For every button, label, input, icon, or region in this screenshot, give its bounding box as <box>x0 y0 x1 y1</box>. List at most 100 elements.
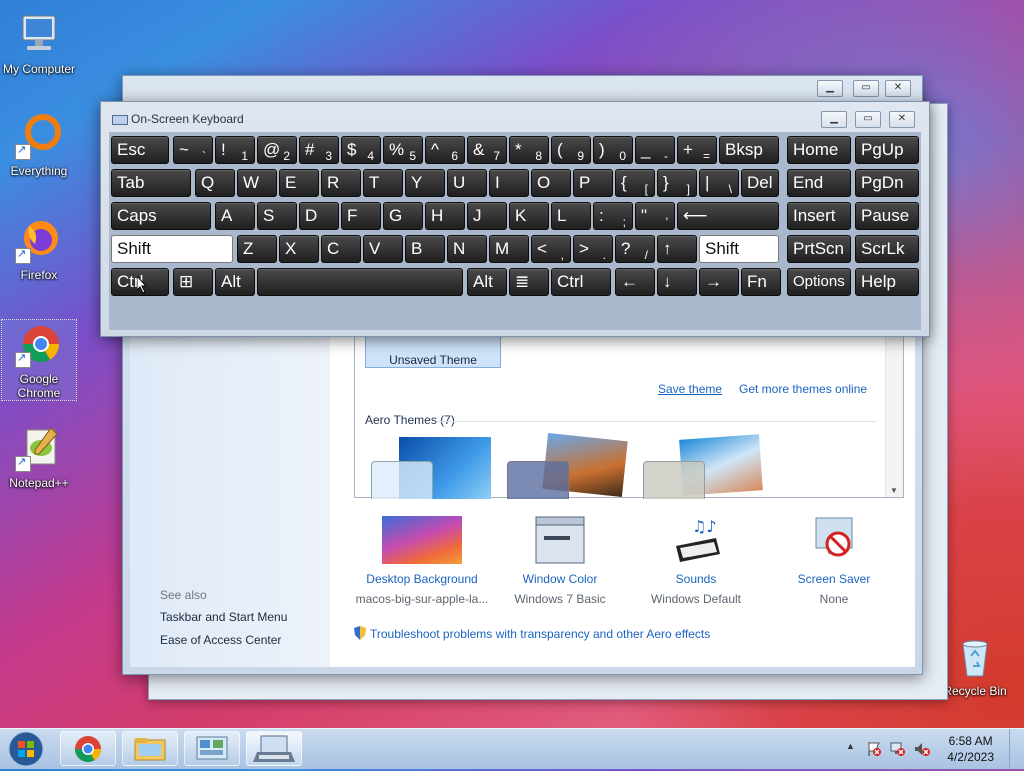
sounds-item[interactable]: ♫♪ Sounds Windows Default <box>626 516 766 606</box>
key-symbol[interactable]: :; <box>593 202 633 230</box>
osk-close-button[interactable]: ✕ <box>889 111 915 128</box>
key-p[interactable]: P <box>573 169 613 197</box>
key-u[interactable]: U <box>447 169 487 197</box>
key-n[interactable]: N <box>447 235 487 263</box>
desktop-background-item[interactable]: Desktop Background macos-big-sur-apple-l… <box>352 516 492 606</box>
key-del[interactable]: Del <box>741 169 779 197</box>
clock[interactable]: 6:58 AM 4/2/2023 <box>947 733 994 765</box>
key-symbol[interactable]: + = <box>677 136 717 164</box>
key-ctrl[interactable]: Ctrl <box>551 268 611 296</box>
key-w[interactable]: W <box>237 169 277 197</box>
aero-theme-architecture[interactable] <box>505 433 629 499</box>
key-symbol[interactable]: }] <box>657 169 697 197</box>
taskbar-start-menu-link[interactable]: Taskbar and Start Menu <box>160 610 287 624</box>
key-alt[interactable]: Alt <box>467 268 507 296</box>
on-screen-keyboard-window[interactable]: On-Screen Keyboard ▁ ▭ ✕ Esc ~ `! 1 @2 #3 $4% 5… <box>100 101 930 337</box>
osk-maximize-button[interactable]: ▭ <box>855 111 881 128</box>
scroll-down-icon[interactable]: ▼ <box>890 486 898 495</box>
key-symbol[interactable]: >. <box>573 235 613 263</box>
key-8[interactable]: * 8 <box>509 136 549 164</box>
key-caps[interactable]: Caps <box>111 202 211 230</box>
aero-theme-windows7[interactable] <box>369 433 493 499</box>
desktop-icon-notepad-plus-plus[interactable]: Notepad++ <box>2 424 76 490</box>
key-symbol[interactable]: {[ <box>615 169 655 197</box>
key-fn[interactable]: Fn <box>741 268 781 296</box>
desktop-icon-firefox[interactable]: Firefox <box>2 216 76 282</box>
key-end[interactable]: End <box>787 169 851 197</box>
key-t[interactable]: T <box>363 169 403 197</box>
taskbar-explorer-button[interactable] <box>122 731 178 766</box>
key-windows[interactable]: ⊞ <box>173 268 213 296</box>
key-y[interactable]: Y <box>405 169 445 197</box>
key-space[interactable] <box>257 268 463 296</box>
key-l[interactable]: L <box>551 202 591 230</box>
key-2[interactable]: @2 <box>257 136 297 164</box>
taskbar-osk-button[interactable] <box>246 731 302 766</box>
save-theme-link[interactable]: Save theme <box>658 382 722 396</box>
minimize-button[interactable]: ▁ <box>817 80 843 97</box>
ease-of-access-link[interactable]: Ease of Access Center <box>160 633 281 647</box>
key-5[interactable]: % 5 <box>383 136 423 164</box>
key-7[interactable]: & 7 <box>467 136 507 164</box>
key-v[interactable]: V <box>363 235 403 263</box>
osk-minimize-button[interactable]: ▁ <box>821 111 847 128</box>
key-symbol[interactable]: ? / <box>615 235 655 263</box>
desktop-icon-recycle-bin[interactable]: Recycle Bin <box>938 632 1012 698</box>
key-0[interactable]: ) 0 <box>593 136 633 164</box>
key-1[interactable]: ! 1 <box>215 136 255 164</box>
key-scrlk[interactable]: ScrLk <box>855 235 919 263</box>
key-home[interactable]: Home <box>787 136 851 164</box>
key-k[interactable]: K <box>509 202 549 230</box>
aero-theme-characters[interactable] <box>641 433 765 499</box>
unsaved-theme-item[interactable]: Unsaved Theme <box>365 337 501 368</box>
screen-saver-item[interactable]: Screen Saver None <box>764 516 904 606</box>
key-insert[interactable]: Insert <box>787 202 851 230</box>
volume-muted-icon[interactable] <box>914 741 930 757</box>
key-d[interactable]: D <box>299 202 339 230</box>
key-esc[interactable]: Esc <box>111 136 169 164</box>
key-x[interactable]: X <box>279 235 319 263</box>
key-shift[interactable]: Shift <box>699 235 779 263</box>
desktop-icon-everything[interactable]: Everything <box>2 112 76 178</box>
maximize-button[interactable]: ▭ <box>853 80 879 97</box>
key-symbol[interactable]: _ - <box>635 136 675 164</box>
key-b[interactable]: B <box>405 235 445 263</box>
key-4[interactable]: $4 <box>341 136 381 164</box>
get-more-themes-link[interactable]: Get more themes online <box>739 382 867 396</box>
key-pgup[interactable]: PgUp <box>855 136 919 164</box>
key-symbol[interactable]: " ' <box>635 202 675 230</box>
key-c[interactable]: C <box>321 235 361 263</box>
desktop-icon-my-computer[interactable]: My Computer <box>2 10 76 76</box>
key-z[interactable]: Z <box>237 235 277 263</box>
key-a[interactable]: A <box>215 202 255 230</box>
key-options[interactable]: Options <box>787 268 851 296</box>
troubleshoot-link[interactable]: Troubleshoot problems with transparency … <box>354 626 710 641</box>
key-tab[interactable]: Tab <box>111 169 191 197</box>
key-h[interactable]: H <box>425 202 465 230</box>
key-symbol[interactable]: | \ <box>699 169 739 197</box>
taskbar-control-panel-button[interactable] <box>184 731 240 766</box>
key-bksp[interactable]: Bksp <box>719 136 779 164</box>
key-m[interactable]: M <box>489 235 529 263</box>
themes-list[interactable]: Unsaved Theme Save theme Get more themes… <box>354 336 904 499</box>
key-up-arrow[interactable]: ↑ <box>657 235 697 263</box>
show-hidden-icons-button[interactable]: ▲ <box>846 741 855 751</box>
key-r[interactable]: R <box>321 169 361 197</box>
show-desktop-button[interactable] <box>1009 729 1024 769</box>
key-pgdn[interactable]: PgDn <box>855 169 919 197</box>
key-s[interactable]: S <box>257 202 297 230</box>
window-color-item[interactable]: Window Color Windows 7 Basic <box>490 516 630 606</box>
key-menu[interactable]: ≣ <box>509 268 549 296</box>
key-enter[interactable]: ⟵ <box>677 202 779 230</box>
key-left-arrow[interactable]: ← <box>615 268 655 296</box>
taskbar-chrome-button[interactable] <box>60 731 116 766</box>
key-help[interactable]: Help <box>855 268 919 296</box>
desktop-icon-google-chrome[interactable]: Google Chrome <box>1 319 77 401</box>
key-j[interactable]: J <box>467 202 507 230</box>
key-right-arrow[interactable]: → <box>699 268 739 296</box>
key-shift[interactable]: Shift <box>111 235 233 263</box>
key-6[interactable]: ^ 6 <box>425 136 465 164</box>
key-alt[interactable]: Alt <box>215 268 255 296</box>
key-pause[interactable]: Pause <box>855 202 919 230</box>
key-symbol[interactable]: <, <box>531 235 571 263</box>
